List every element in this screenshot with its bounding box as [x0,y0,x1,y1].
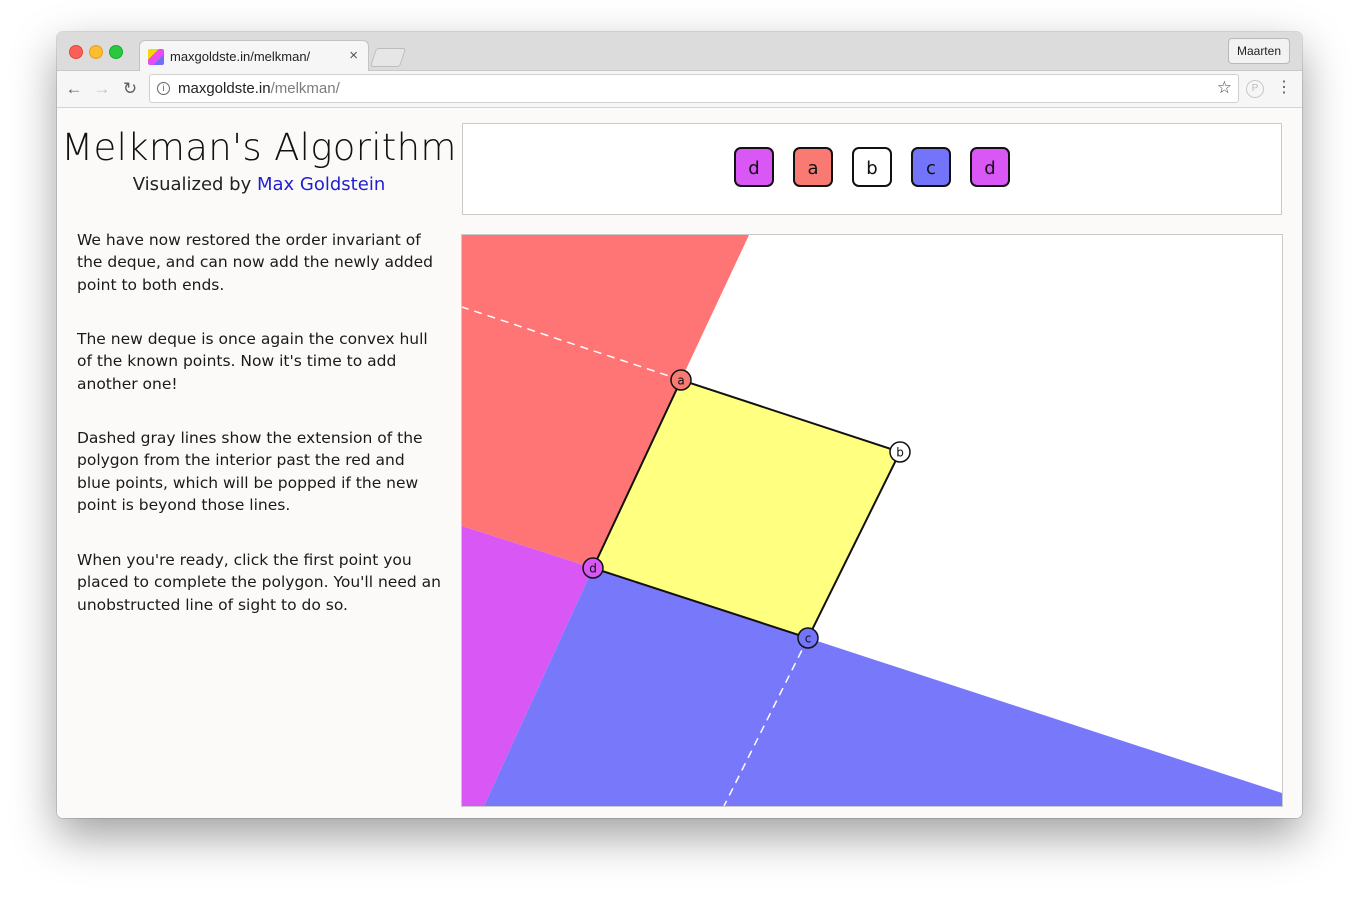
page-title: Melkman's Algorithm [61,126,457,169]
deque-item: d [970,147,1010,187]
polygon-canvas[interactable]: a b c d [462,235,1282,806]
author-link[interactable]: Max Goldstein [257,174,385,195]
byline: Visualized by Max Goldstein [57,174,461,195]
byline-prefix: Visualized by [132,174,257,195]
deque-item: a [793,147,833,187]
page-content: Melkman's Algorithm Visualized by Max Go… [57,108,1302,818]
maximize-window-icon[interactable] [109,45,123,59]
paragraph-2: The new deque is once again the convex h… [77,330,428,393]
tab-title: maxgoldste.in/melkman/ [170,49,311,64]
deque-item: c [911,147,951,187]
bookmark-star-icon[interactable]: ☆ [1217,78,1232,98]
browser-window: maxgoldste.in/melkman/ × Maarten ← → ↻ i… [57,32,1302,818]
new-tab-button[interactable] [369,48,407,67]
point-b[interactable]: b [889,441,911,463]
browser-tab[interactable]: maxgoldste.in/melkman/ × [139,40,369,72]
drawing-canvas[interactable]: a b c d [461,234,1283,807]
point-d[interactable]: d [582,557,604,579]
point-a[interactable]: a [670,369,692,391]
point-a-label: a [677,374,684,388]
menu-icon[interactable]: ⋮ [1276,79,1292,97]
deque-panel: d a b c d [462,123,1282,215]
deque-item: b [852,147,892,187]
profile-button[interactable]: Maarten [1227,38,1290,64]
paragraph-4: When you're ready, click the first point… [77,551,441,614]
favicon-icon [148,49,164,65]
close-window-icon[interactable] [69,45,83,59]
forward-arrow-icon[interactable]: → [91,78,113,100]
point-c-label: c [805,632,812,646]
url-text[interactable]: maxgoldste.in/melkman/ [178,80,340,97]
extension-icon[interactable]: P [1246,80,1264,98]
tab-close-icon[interactable]: × [349,47,358,64]
minimize-window-icon[interactable] [89,45,103,59]
blue-region [484,568,1282,806]
browser-toolbar: ← → ↻ i maxgoldste.in/melkman/ ☆ P ⋮ [57,71,1302,108]
address-bar[interactable]: i maxgoldste.in/melkman/ ☆ [149,74,1239,103]
deque-item: d [734,147,774,187]
reload-icon[interactable]: ↻ [119,78,141,100]
paragraph-3: Dashed gray lines show the extension of … [77,429,423,514]
point-d-label: d [589,562,597,576]
back-arrow-icon[interactable]: ← [63,78,85,100]
url-host: maxgoldste.in [178,80,271,97]
deque-list: d a b c d [463,147,1281,189]
title-bar: maxgoldste.in/melkman/ × Maarten [57,32,1302,72]
point-c[interactable]: c [797,627,819,649]
info-icon[interactable]: i [157,82,170,95]
paragraph-1: We have now restored the order invariant… [77,231,434,294]
point-b-label: b [896,446,904,460]
url-path: /melkman/ [270,80,340,97]
